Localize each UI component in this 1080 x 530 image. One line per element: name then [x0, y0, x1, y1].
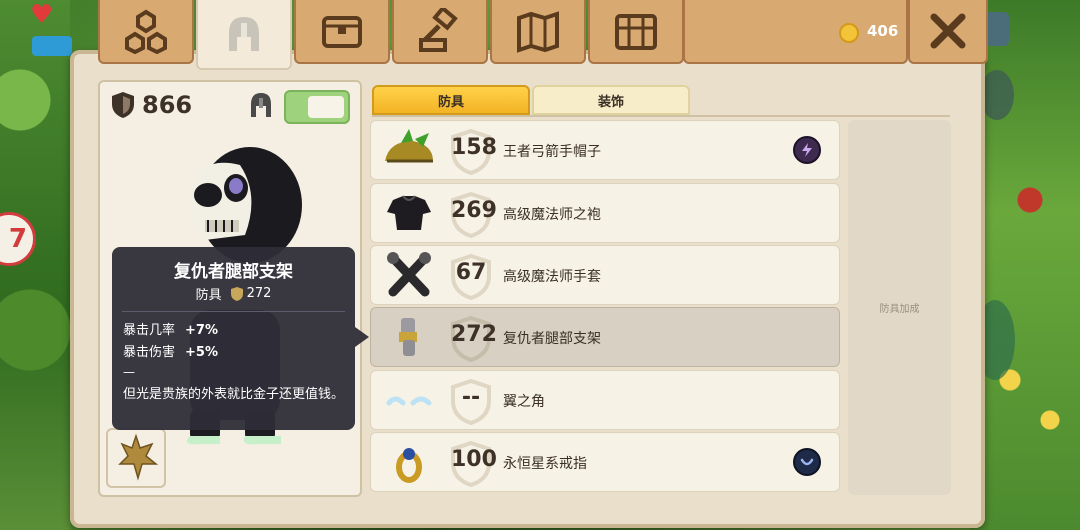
tooltip-title: 复仇者腿部支架 — [174, 262, 293, 282]
tooltip-armor: 272 — [230, 286, 272, 302]
item-row[interactable]: 158 王者弓箭手帽子 — [370, 120, 840, 180]
helmet-icon — [221, 11, 267, 57]
tab-armor-category[interactable]: 防具 — [372, 85, 530, 115]
tab-craft[interactable] — [392, 0, 488, 64]
shield-icon — [112, 92, 134, 118]
item-row[interactable]: 67 高级魔法师手套 — [370, 245, 840, 305]
toggle-knob — [308, 96, 344, 118]
wing-horn-icon — [118, 433, 159, 481]
stat-value: +5% — [185, 345, 218, 360]
stat-value: +7% — [185, 323, 218, 338]
hammer-icon — [417, 8, 463, 54]
shield-icon — [230, 286, 243, 301]
tab-armor[interactable] — [196, 0, 292, 70]
item-armor-value: 100 — [451, 447, 497, 472]
ring-icon — [396, 448, 422, 483]
heart-icon: ♥ — [30, 0, 54, 30]
item-armor-value: 158 — [451, 135, 497, 160]
tooltip-divider — [122, 311, 345, 312]
top-tab-bar: 406 — [62, 0, 988, 70]
tab-bag[interactable] — [294, 0, 390, 64]
archer-hat-icon — [385, 129, 433, 163]
item-name: 复仇者腿部支架 — [503, 331, 601, 347]
close-button[interactable] — [908, 0, 988, 64]
tooltip-stat-crit-chance: 暴击几率 +7% — [123, 319, 218, 338]
armor-total: 866 — [110, 90, 192, 120]
item-row[interactable]: 269 高级魔法师之袍 — [370, 183, 840, 243]
item-name: 高级魔法师之袍 — [503, 207, 601, 223]
stat-label: 暴击伤害 — [123, 345, 176, 360]
category-divider — [372, 115, 950, 117]
tooltip-armor-value: 272 — [246, 286, 272, 301]
wing-horn-icon — [386, 396, 432, 406]
item-row[interactable]: 100 永恒星系戒指 — [370, 432, 840, 492]
tab-chest[interactable] — [588, 0, 684, 64]
item-name: 王者弓箭手帽子 — [503, 144, 601, 160]
tab-decoration-category[interactable]: 装饰 — [532, 85, 690, 115]
armor-total-value: 866 — [142, 91, 193, 119]
tab-skills[interactable] — [98, 0, 194, 64]
item-name: 高级魔法师手套 — [503, 269, 601, 285]
skill-tree-icon — [123, 8, 169, 54]
item-name: 翼之角 — [503, 394, 545, 410]
item-armor-value: -- — [461, 385, 481, 410]
item-name: 永恒星系戒指 — [503, 456, 587, 472]
accessory-slot[interactable] — [106, 428, 166, 488]
tooltip-stat-crit-damage: 暴击伤害 +5% — [123, 341, 218, 360]
menu-control[interactable] — [985, 12, 1009, 46]
item-armor-value: 272 — [451, 322, 497, 347]
coin-value: 406 — [867, 22, 899, 40]
bag-icon — [319, 8, 365, 54]
tooltip-description: 但光是贵族的外表就比金子还更值钱。 — [123, 387, 345, 402]
moon-icon — [793, 448, 821, 476]
tooltip-type: 防具 — [195, 288, 222, 303]
bonus-label: 防具加成 — [879, 304, 920, 315]
helmet-visibility-icon — [246, 90, 276, 120]
item-armor-value: 67 — [455, 260, 487, 285]
lightning-icon — [793, 136, 821, 164]
tooltip-dash: — — [123, 365, 135, 379]
item-tooltip: 复仇者腿部支架 防具 272 暴击几率 +7% 暴击伤害 +5% — 但光是贵族的外… — [112, 247, 355, 430]
coin-counter: 406 — [683, 0, 908, 64]
chest-icon — [613, 8, 659, 54]
mage-gloves-icon — [387, 252, 431, 297]
close-icon — [930, 13, 966, 49]
tooltip-pointer — [355, 327, 369, 347]
item-armor-value: 269 — [451, 198, 497, 223]
tooltip-subtitle: 防具 272 — [112, 284, 355, 303]
map-icon — [515, 8, 561, 54]
leg-brace-icon — [399, 318, 417, 356]
tab-map[interactable] — [490, 0, 586, 64]
stat-label: 暴击几率 — [123, 323, 176, 338]
helmet-toggle[interactable] — [284, 90, 350, 124]
mage-robe-icon — [387, 195, 431, 230]
armor-bonus-box: 防具加成 — [848, 120, 951, 495]
item-row[interactable]: -- 翼之角 — [370, 370, 840, 430]
item-row-selected[interactable]: 272 复仇者腿部支架 — [370, 307, 840, 367]
joystick-control[interactable] — [980, 70, 1014, 120]
coin-icon — [839, 23, 859, 43]
